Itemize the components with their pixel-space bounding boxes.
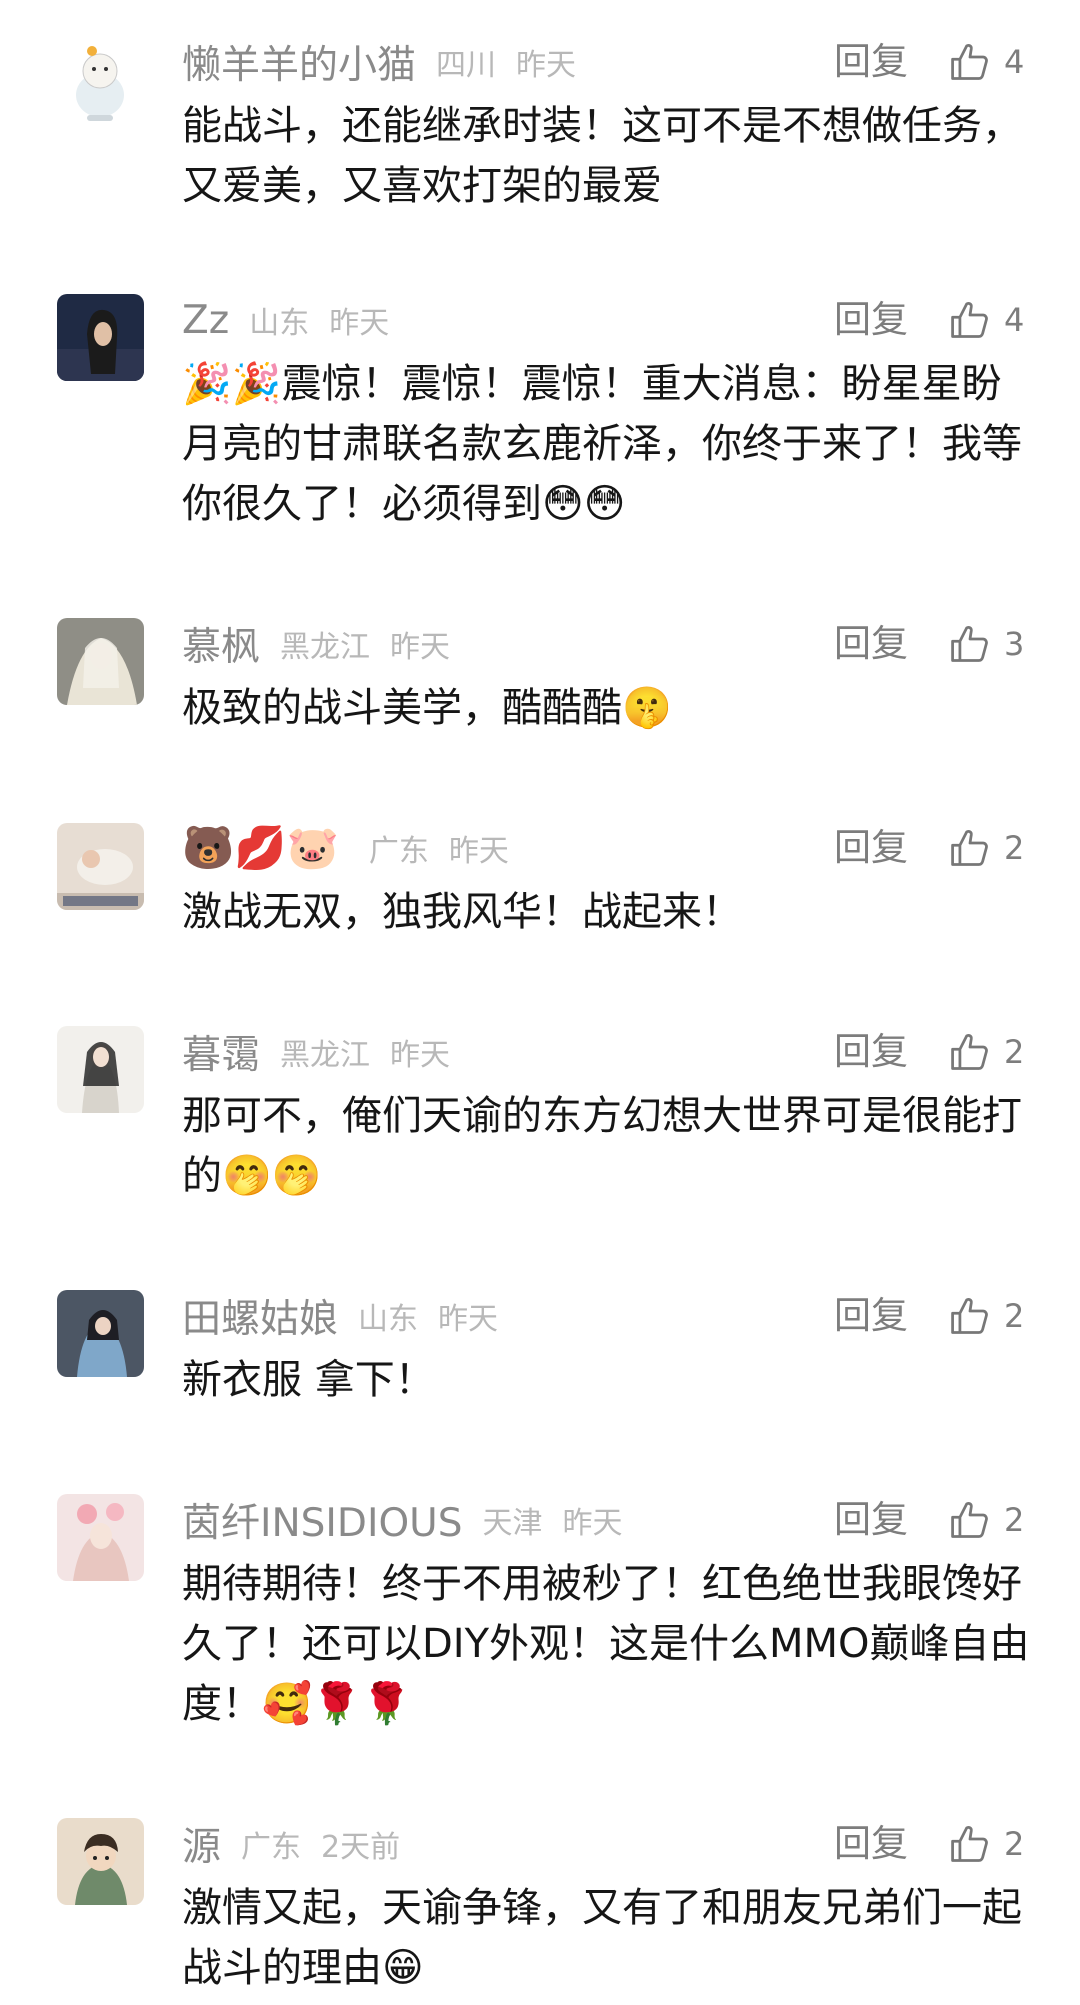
like-button[interactable]: 2 xyxy=(948,818,1024,878)
region-label: 广东 xyxy=(241,1830,302,1865)
comment-meta: 懒羊羊的小猫 四川 昨天 xyxy=(182,32,576,92)
comment-meta: Zz 山东 昨天 xyxy=(182,290,389,350)
region-label: 山东 xyxy=(249,306,310,341)
comment-text: 新衣服 拿下！ xyxy=(182,1357,435,1403)
timestamp: 2天前 xyxy=(321,1830,401,1865)
like-button[interactable]: 3 xyxy=(948,614,1024,674)
region-label: 黑龙江 xyxy=(280,630,371,665)
like-count: 4 xyxy=(1004,43,1025,81)
like-count: 2 xyxy=(1004,1501,1025,1539)
timestamp: 昨天 xyxy=(562,1506,623,1541)
region-label: 黑龙江 xyxy=(280,1038,371,1073)
comment-meta: 源 广东 2天前 xyxy=(182,1814,400,1874)
like-count: 2 xyxy=(1004,829,1025,867)
timestamp: 昨天 xyxy=(390,630,451,665)
avatar[interactable] xyxy=(57,1290,144,1377)
timestamp: 昨天 xyxy=(329,306,390,341)
avatar[interactable] xyxy=(57,37,144,124)
thumbs-up-icon xyxy=(951,626,988,662)
thumbs-up-icon xyxy=(951,44,988,80)
region-label: 天津 xyxy=(482,1506,543,1541)
region-label: 四川 xyxy=(436,48,497,83)
thumbs-up-icon xyxy=(951,1826,988,1862)
reply-button[interactable]: 回复 xyxy=(834,1022,908,1082)
comment-text: 激情又起，天谕争锋，又有了和朋友兄弟们一起战斗的理由😁 xyxy=(182,1885,1022,1991)
thumbs-up-icon xyxy=(951,1034,988,1070)
reply-button[interactable]: 回复 xyxy=(834,614,908,674)
reply-button[interactable]: 回复 xyxy=(834,1286,908,1346)
avatar[interactable] xyxy=(57,1494,144,1581)
comment-text: 期待期待！终于不用被秒了！红色绝世我眼馋好久了！还可以DIY外观！这是什么MMO… xyxy=(182,1561,1030,1727)
thumbs-up-icon xyxy=(951,302,988,338)
username[interactable]: 茵纤INSIDIOUS xyxy=(182,1492,462,1548)
thumbs-up-icon xyxy=(951,1502,988,1538)
reply-button[interactable]: 回复 xyxy=(834,1490,908,1550)
thumbs-up-icon xyxy=(951,1298,988,1334)
timestamp: 昨天 xyxy=(390,1038,451,1073)
username[interactable]: Zz xyxy=(182,298,229,343)
username[interactable]: 🐻💋🐷 xyxy=(182,823,349,873)
comment-text: 极致的战斗美学，酷酷酷🤫 xyxy=(182,685,672,731)
username[interactable]: 慕枫 xyxy=(182,616,260,672)
username[interactable]: 暮霭 xyxy=(182,1024,260,1080)
region-label: 广东 xyxy=(368,834,429,869)
like-button[interactable]: 2 xyxy=(948,1286,1024,1346)
comment-text: 🎉🎉震惊！震惊！震惊！重大消息：盼星星盼月亮的甘肃联名款玄鹿祈泽，你终于来了！我… xyxy=(182,361,1022,527)
username[interactable]: 源 xyxy=(182,1816,221,1872)
like-count: 4 xyxy=(1004,301,1025,339)
comment-meta: 田螺姑娘 山东 昨天 xyxy=(182,1286,498,1346)
comment-meta: 茵纤INSIDIOUS 天津 昨天 xyxy=(182,1490,622,1550)
like-count: 2 xyxy=(1004,1825,1025,1863)
reply-button[interactable]: 回复 xyxy=(834,290,908,350)
like-count: 2 xyxy=(1004,1297,1025,1335)
like-button[interactable]: 2 xyxy=(948,1490,1024,1550)
reply-button[interactable]: 回复 xyxy=(834,32,908,92)
timestamp: 昨天 xyxy=(516,48,577,83)
reply-button[interactable]: 回复 xyxy=(834,818,908,878)
comment-meta: 慕枫 黑龙江 昨天 xyxy=(182,614,450,674)
comment-text: 能战斗，还能继承时装！这可不是不想做任务，又爱美，又喜欢打架的最爱 xyxy=(182,103,1022,209)
like-button[interactable]: 2 xyxy=(948,1814,1024,1874)
avatar[interactable] xyxy=(57,1818,144,1905)
timestamp: 昨天 xyxy=(448,834,509,869)
comment-meta: 暮霭 黑龙江 昨天 xyxy=(182,1022,450,1082)
comment-text: 激战无双，独我风华！战起来！ xyxy=(182,889,742,935)
comment-meta: 🐻💋🐷 广东 昨天 xyxy=(182,818,509,878)
reply-button[interactable]: 回复 xyxy=(834,1814,908,1874)
comment-text: 那可不，俺们天谕的东方幻想大世界可是很能打的🤭🤭 xyxy=(182,1093,1022,1199)
avatar[interactable] xyxy=(57,823,144,910)
username[interactable]: 懒羊羊的小猫 xyxy=(182,34,416,90)
timestamp: 昨天 xyxy=(438,1302,499,1337)
like-button[interactable]: 4 xyxy=(948,290,1024,350)
thumbs-up-icon xyxy=(951,830,988,866)
avatar[interactable] xyxy=(57,294,144,381)
like-count: 3 xyxy=(1004,625,1025,663)
avatar[interactable] xyxy=(57,1026,144,1113)
username[interactable]: 田螺姑娘 xyxy=(182,1288,338,1344)
region-label: 山东 xyxy=(358,1302,419,1337)
avatar[interactable] xyxy=(57,618,144,705)
like-button[interactable]: 4 xyxy=(948,32,1024,92)
like-count: 2 xyxy=(1004,1033,1025,1071)
like-button[interactable]: 2 xyxy=(948,1022,1024,1082)
